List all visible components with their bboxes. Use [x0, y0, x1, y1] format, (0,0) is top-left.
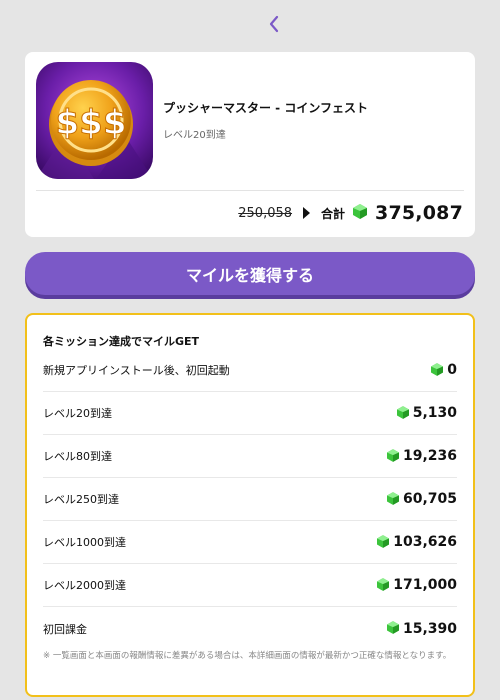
back-chevron-icon[interactable]: [262, 12, 286, 36]
coin-dollar-icon: $$$: [36, 62, 153, 179]
gem-icon: [353, 203, 368, 223]
mission-reward: 15,390: [386, 619, 457, 638]
mission-reward: 0: [431, 361, 457, 380]
gem-icon: [377, 533, 390, 552]
mission-label: レベル20到達: [43, 407, 112, 420]
app-subtitle: レベル20到達: [163, 130, 226, 141]
app-card: $$$ プッシャーマスター - コインフェスト レベル20到達 250,058 …: [25, 52, 475, 237]
app-title: プッシャーマスター - コインフェスト: [163, 101, 368, 115]
mission-label: レベル250到達: [43, 493, 119, 506]
mission-reward: 60,705: [386, 490, 457, 509]
missions-header: 各ミッション達成でマイルGET: [43, 335, 200, 348]
mission-row: 初回課金 15,390: [43, 607, 457, 650]
mission-row: レベル80到達 19,236: [43, 435, 457, 478]
total-value: 375,087: [375, 202, 463, 224]
original-price: 250,058: [238, 205, 293, 221]
price-summary: 250,058 合計 375,087: [238, 200, 463, 226]
mission-value: 0: [447, 362, 457, 378]
mission-row: レベル2000到達 171,000: [43, 564, 457, 607]
gem-icon: [396, 404, 409, 423]
mission-value: 171,000: [393, 577, 457, 593]
mission-label: 新規アプリインストール後、初回起動: [43, 364, 230, 377]
mission-row: レベル20到達 5,130: [43, 392, 457, 435]
mission-row: レベル250到達 60,705: [43, 478, 457, 521]
mission-value: 103,626: [393, 534, 457, 550]
mission-label: 初回課金: [43, 622, 87, 636]
mission-value: 19,236: [402, 448, 457, 464]
mission-label: レベル1000到達: [43, 536, 126, 549]
gem-icon: [386, 447, 399, 466]
divider: [36, 190, 464, 191]
arrow-right-icon: [303, 207, 311, 219]
mission-row: レベル1000到達 103,626: [43, 521, 457, 564]
gem-icon: [431, 361, 444, 380]
mission-value: 60,705: [402, 491, 457, 507]
missions-panel: 各ミッション達成でマイルGET 新規アプリインストール後、初回起動 0 レベル2…: [25, 313, 475, 697]
svg-text:$$$: $$$: [56, 103, 127, 143]
mission-label: レベル80到達: [43, 450, 112, 463]
gem-icon: [386, 490, 399, 509]
mission-row: 新規アプリインストール後、初回起動 0: [43, 349, 457, 392]
gem-icon: [386, 619, 399, 638]
mission-value: 15,390: [402, 620, 457, 637]
mission-value: 5,130: [412, 405, 457, 421]
total-label: 合計: [321, 206, 346, 221]
disclaimer-note: ※ 一覧画面と本画面の報酬情報に差異がある場合は、本詳細画面の情報が最新かつ正確…: [43, 651, 452, 661]
mission-reward: 5,130: [396, 404, 457, 423]
earn-miles-button[interactable]: マイルを獲得する: [25, 252, 475, 295]
mission-reward: 171,000: [377, 576, 457, 595]
mission-label: レベル2000到達: [43, 579, 126, 592]
mission-reward: 19,236: [386, 447, 457, 466]
mission-reward: 103,626: [377, 533, 457, 552]
gem-icon: [377, 576, 390, 595]
